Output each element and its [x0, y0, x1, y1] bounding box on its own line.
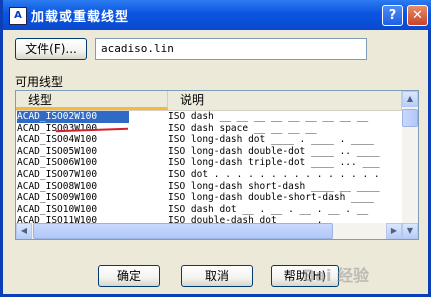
linetype-name: ACAD_ISO02W100: [17, 111, 129, 123]
dialog-title: 加载或重载线型: [31, 10, 130, 25]
watermark: Bai 经验: [303, 266, 370, 285]
scroll-down-icon[interactable]: ▼: [402, 223, 418, 239]
linetype-list[interactable]: 线型 说明 ACAD_ISO02W100 ISO dash __ __ __ __…: [15, 90, 419, 240]
autocad-app-icon: A: [9, 7, 27, 25]
dialog-window: A 加载或重载线型 ? ✕ 文件(F)... acadiso.lin 可用线型 …: [0, 0, 431, 297]
linetype-description: ISO long-dash double-short-dash ____: [168, 192, 374, 204]
linetype-name: ACAD_ISO08W100: [17, 180, 98, 192]
vertical-scroll-thumb[interactable]: [402, 109, 418, 127]
available-linetypes-label: 可用线型: [15, 75, 64, 89]
scroll-left-icon[interactable]: ◀: [16, 223, 32, 239]
linetype-name: ACAD_ISO09W100: [17, 192, 98, 204]
list-item[interactable]: ACAD_ISO10W100 ISO dash dot __ . __ . __ …: [16, 204, 402, 216]
linetype-name: ACAD_ISO04W100: [17, 134, 98, 146]
scroll-up-icon[interactable]: ▲: [402, 91, 418, 107]
list-item[interactable]: ACAD_ISO02W100 ISO dash __ __ __ __ __ __…: [16, 111, 402, 123]
list-item[interactable]: ACAD_ISO08W100 ISO long-dash short-dash _…: [16, 181, 402, 193]
scroll-right-icon[interactable]: ▶: [386, 223, 402, 239]
linetype-description: ISO long-dash short-dash ____ __ ____: [168, 180, 380, 192]
linetype-description: ISO long-dash dot ____ . ____ . ____: [168, 134, 374, 146]
list-item[interactable]: ACAD_ISO06W100 ISO long-dash triple-dot _…: [16, 157, 402, 169]
list-item[interactable]: ACAD_ISO03W100 ISO dash space __ __ __ __: [16, 123, 402, 135]
vertical-scrollbar[interactable]: ▲ ▼: [402, 91, 418, 239]
linetype-description: ISO dash __ __ __ __ __ __ __ __ __: [168, 111, 369, 122]
column-header-description[interactable]: 说明: [168, 91, 402, 110]
column-header-linetype[interactable]: 线型: [16, 91, 168, 110]
file-button[interactable]: 文件(F)...: [15, 38, 87, 60]
list-header: 线型 说明: [16, 91, 402, 111]
filename-field[interactable]: acadiso.lin: [95, 38, 367, 60]
help-icon[interactable]: ?: [382, 5, 403, 26]
horizontal-scroll-thumb[interactable]: [33, 223, 333, 239]
list-item[interactable]: ACAD_ISO09W100 ISO long-dash double-short…: [16, 192, 402, 204]
close-icon[interactable]: ✕: [407, 5, 428, 26]
linetype-name: ACAD_ISO05W100: [17, 145, 98, 157]
linetype-description: ISO dot . . . . . . . . . . . . . . .: [168, 168, 380, 180]
linetype-name: ACAD_ISO10W100: [17, 203, 98, 215]
linetype-description: ISO dash dot __ . __ . __ . __ . __: [168, 203, 369, 215]
list-item[interactable]: ACAD_ISO07W100 ISO dot . . . . . . . . . …: [16, 169, 402, 181]
linetype-name: ACAD_ISO06W100: [17, 157, 98, 169]
horizontal-scrollbar[interactable]: ◀ ▶: [16, 223, 402, 239]
linetype-description: ISO dash space __ __ __ __: [168, 122, 317, 134]
linetype-description: ISO long-dash double-dot ____ .. ____: [168, 145, 380, 157]
list-item[interactable]: ACAD_ISO04W100 ISO long-dash dot ____ . _…: [16, 134, 402, 146]
linetype-name: ACAD_ISO07W100: [17, 168, 98, 180]
list-rows: ACAD_ISO02W100 ISO dash __ __ __ __ __ __…: [16, 111, 402, 227]
linetype-description: ISO long-dash triple-dot ____ ... ___: [168, 157, 380, 169]
title-bar[interactable]: A 加载或重载线型 ? ✕: [3, 0, 431, 30]
list-item[interactable]: ACAD_ISO05W100 ISO long-dash double-dot _…: [16, 146, 402, 158]
cancel-button[interactable]: 取消: [181, 265, 253, 287]
ok-button[interactable]: 确定: [98, 265, 160, 287]
